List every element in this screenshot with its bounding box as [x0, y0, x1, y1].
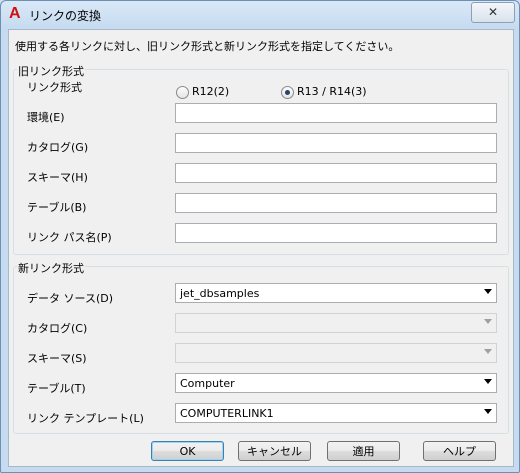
- close-button[interactable]: ✕: [471, 2, 515, 23]
- autocad-logo-icon: A: [9, 5, 21, 22]
- instruction-text: 使用する各リンクに対し、旧リンク形式と新リンク形式を指定してください。: [15, 40, 400, 53]
- new-table-value: Computer: [180, 377, 235, 390]
- apply-button[interactable]: 適用: [327, 441, 400, 461]
- cancel-button[interactable]: キャンセル: [238, 441, 311, 461]
- chevron-down-icon: [484, 379, 492, 384]
- radio-r12[interactable]: [176, 86, 189, 99]
- link-template-dropdown[interactable]: COMPUTERLINK1: [175, 403, 497, 423]
- new-table-dropdown[interactable]: Computer: [175, 373, 497, 393]
- dialog-title: リンクの変換: [29, 9, 102, 23]
- new-table-label: テーブル(T): [27, 382, 86, 395]
- radio-r12-label[interactable]: R12(2): [192, 85, 229, 98]
- data-source-value: jet_dbsamples: [180, 287, 260, 300]
- old-catalog-field[interactable]: [175, 133, 497, 153]
- old-schema-field[interactable]: [175, 163, 497, 183]
- new-schema-dropdown[interactable]: [175, 343, 497, 363]
- convert-links-dialog: A リンクの変換 ✕ 使用する各リンクに対し、旧リンク形式と新リンク形式を指定し…: [0, 0, 520, 473]
- chevron-down-icon: [484, 289, 492, 294]
- chevron-down-icon: [484, 349, 492, 354]
- help-button[interactable]: ヘルプ: [423, 441, 496, 461]
- link-template-value: COMPUTERLINK1: [180, 407, 274, 420]
- new-link-format-title: 新リンク形式: [17, 260, 85, 276]
- link-template-label: リンク テンプレート(L): [27, 412, 144, 425]
- old-catalog-label: カタログ(G): [27, 141, 89, 154]
- dialog-body: 使用する各リンクに対し、旧リンク形式と新リンク形式を指定してください。 旧リンク…: [8, 29, 514, 467]
- chevron-down-icon: [484, 319, 492, 324]
- link-path-field[interactable]: [175, 223, 497, 243]
- radio-r13-r14[interactable]: [281, 86, 294, 99]
- old-table-field[interactable]: [175, 193, 497, 213]
- new-catalog-dropdown[interactable]: [175, 313, 497, 333]
- link-path-label: リンク パス名(P): [27, 231, 112, 244]
- chevron-down-icon: [484, 409, 492, 414]
- environment-field[interactable]: [175, 103, 497, 123]
- new-schema-label: スキーマ(S): [27, 352, 87, 365]
- radio-r13-r14-label[interactable]: R13 / R14(3): [297, 85, 367, 98]
- data-source-dropdown[interactable]: jet_dbsamples: [175, 283, 497, 303]
- environment-label: 環境(E): [27, 111, 65, 124]
- ok-button[interactable]: OK: [151, 441, 224, 461]
- data-source-label: データ ソース(D): [27, 292, 113, 305]
- link-format-label: リンク形式: [27, 81, 82, 94]
- new-catalog-label: カタログ(C): [27, 322, 88, 335]
- old-table-label: テーブル(B): [27, 201, 87, 214]
- old-schema-label: スキーマ(H): [27, 171, 88, 184]
- old-link-format-title: 旧リンク形式: [17, 63, 85, 79]
- title-bar: A リンクの変換 ✕: [1, 1, 519, 29]
